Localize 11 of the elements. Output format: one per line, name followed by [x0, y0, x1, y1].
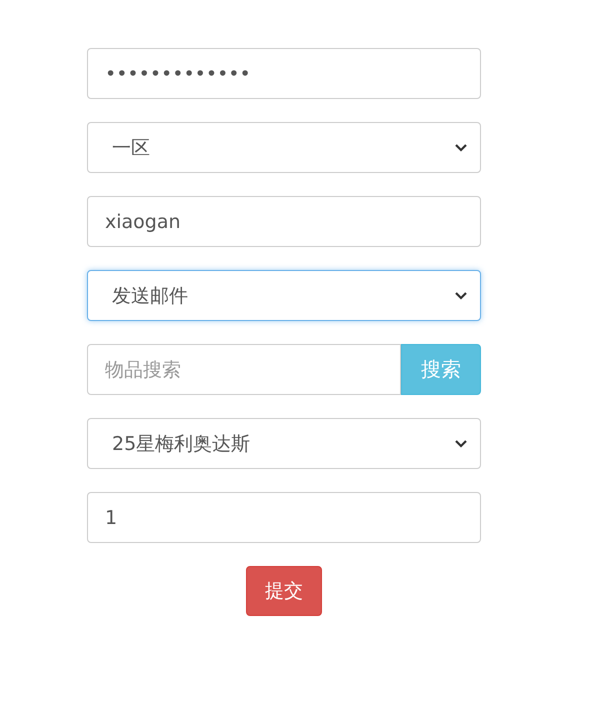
text-field[interactable]: 1: [87, 492, 481, 543]
dropdown-select[interactable]: 一区: [87, 122, 481, 173]
text-field[interactable]: xiaogan: [87, 196, 481, 247]
chevron-down-icon: [454, 438, 468, 448]
submit-button[interactable]: 提交: [246, 566, 322, 616]
text-field[interactable]: •••••••••••••: [87, 48, 481, 99]
chevron-down-icon: [454, 290, 468, 300]
dropdown-select[interactable]: 发送邮件: [87, 270, 481, 321]
dropdown-select[interactable]: 25星梅利奥达斯: [87, 418, 481, 469]
chevron-down-icon: [454, 142, 468, 152]
search-field[interactable]: 物品搜索: [87, 344, 401, 395]
